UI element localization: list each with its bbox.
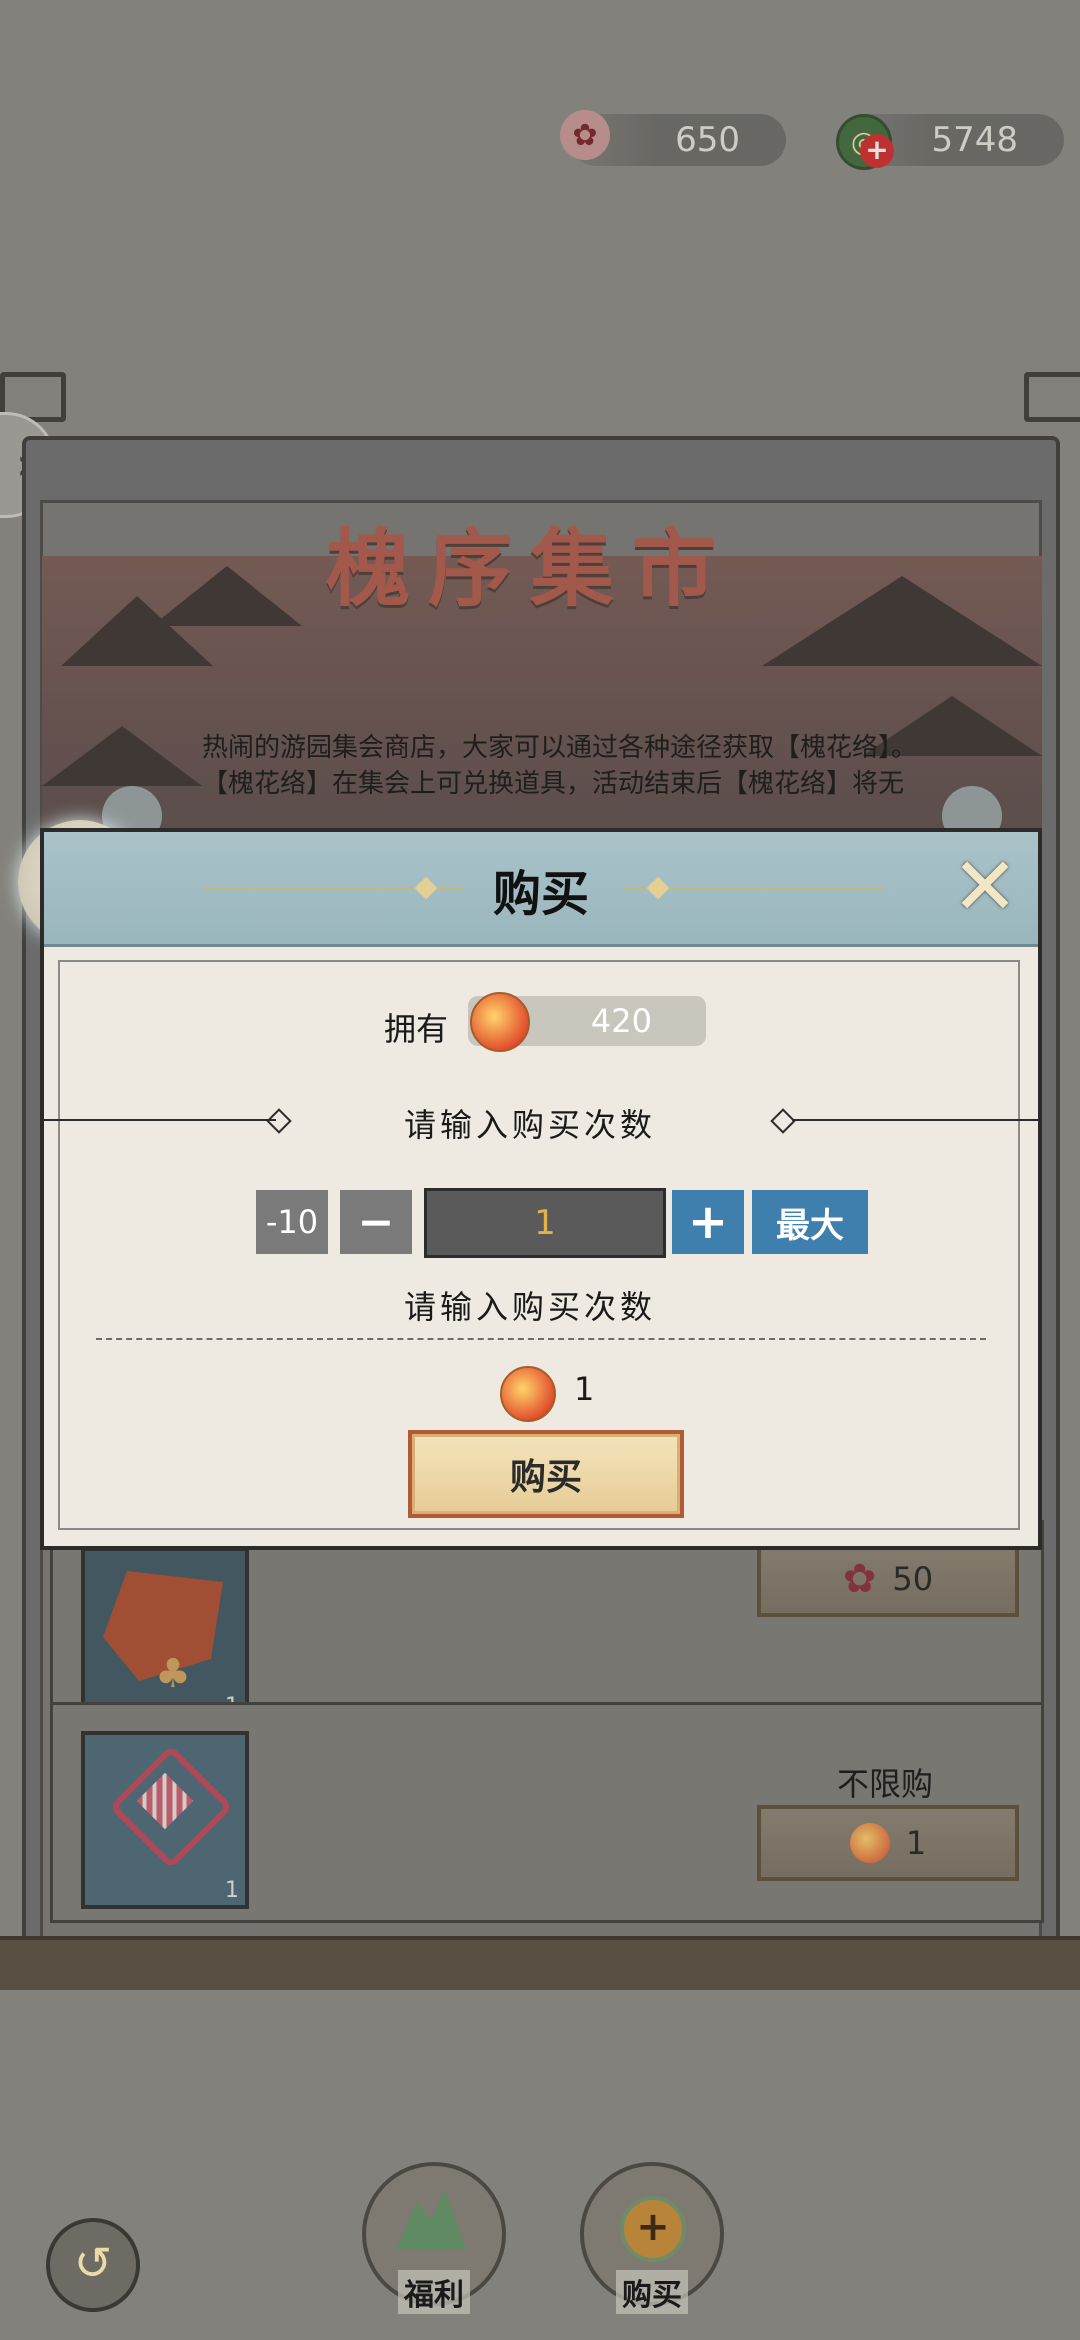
item-count: 1 [225, 1878, 239, 1903]
add-currency-button[interactable]: + [860, 134, 894, 168]
item-icon-frame[interactable]: ♣ 1 [81, 1547, 249, 1725]
item-price-button[interactable]: ✿ 50 [757, 1541, 1019, 1617]
quantity-value: 1 [534, 1203, 556, 1243]
dialog-title: 购买 [492, 866, 589, 922]
back-icon[interactable]: ↺ [46, 2218, 140, 2312]
flower-currency-value: 650 [675, 120, 740, 160]
coin-shop-icon: + [620, 2196, 686, 2262]
close-icon[interactable]: ✕ [948, 847, 1022, 927]
owned-label: 拥有 [384, 1010, 449, 1048]
item-price-button[interactable]: 1 [757, 1805, 1019, 1881]
orb-token-icon [500, 1366, 556, 1422]
frame-corner-right [1024, 372, 1080, 422]
max-button[interactable]: 最大 [752, 1190, 868, 1254]
minus-button[interactable]: − [340, 1190, 412, 1254]
quantity-prompt-secondary: 请输入购买次数 [404, 1288, 657, 1326]
buy-nav-label: 购买 [616, 2270, 688, 2314]
quantity-input[interactable]: 1 [424, 1188, 666, 1258]
welfare-label: 福利 [398, 2270, 470, 2314]
plus-button[interactable]: + [672, 1190, 744, 1254]
minus-10-button[interactable]: -10 [256, 1190, 328, 1254]
item-icon-frame[interactable]: 1 [81, 1731, 249, 1909]
jade-currency-value: 5748 [931, 120, 1018, 160]
item-price: 1 [905, 1824, 927, 1862]
quantity-prompt: 请输入购买次数 [404, 1106, 657, 1144]
confirm-buy-button[interactable]: 购买 [408, 1430, 684, 1518]
orb-token-icon [470, 992, 530, 1052]
knot-flower-icon: ✿ [560, 110, 610, 160]
orb-token-icon [849, 1823, 890, 1863]
floor-strip [0, 1936, 1080, 1990]
shop-description: 热闹的游园集会商店，大家可以通过各种途径获取【槐花络】。【槐花络】在集会上可兑换… [202, 733, 918, 799]
shop-item-card: 1 不限购 1 [50, 1702, 1044, 1923]
item-price: 50 [892, 1560, 934, 1598]
purchase-dialog: 购买 ✕ 拥有 420 请输入购买次数 -10 − 1 + 最大 请输入购买次数… [40, 828, 1042, 1550]
shop-title: 槐序集市 [326, 519, 735, 618]
owned-value: 420 [590, 1002, 652, 1040]
cost-value: 1 [574, 1370, 595, 1408]
item-limit-label: 不限购 [837, 1765, 934, 1803]
knot-flower-icon: ✿ [842, 1556, 877, 1602]
